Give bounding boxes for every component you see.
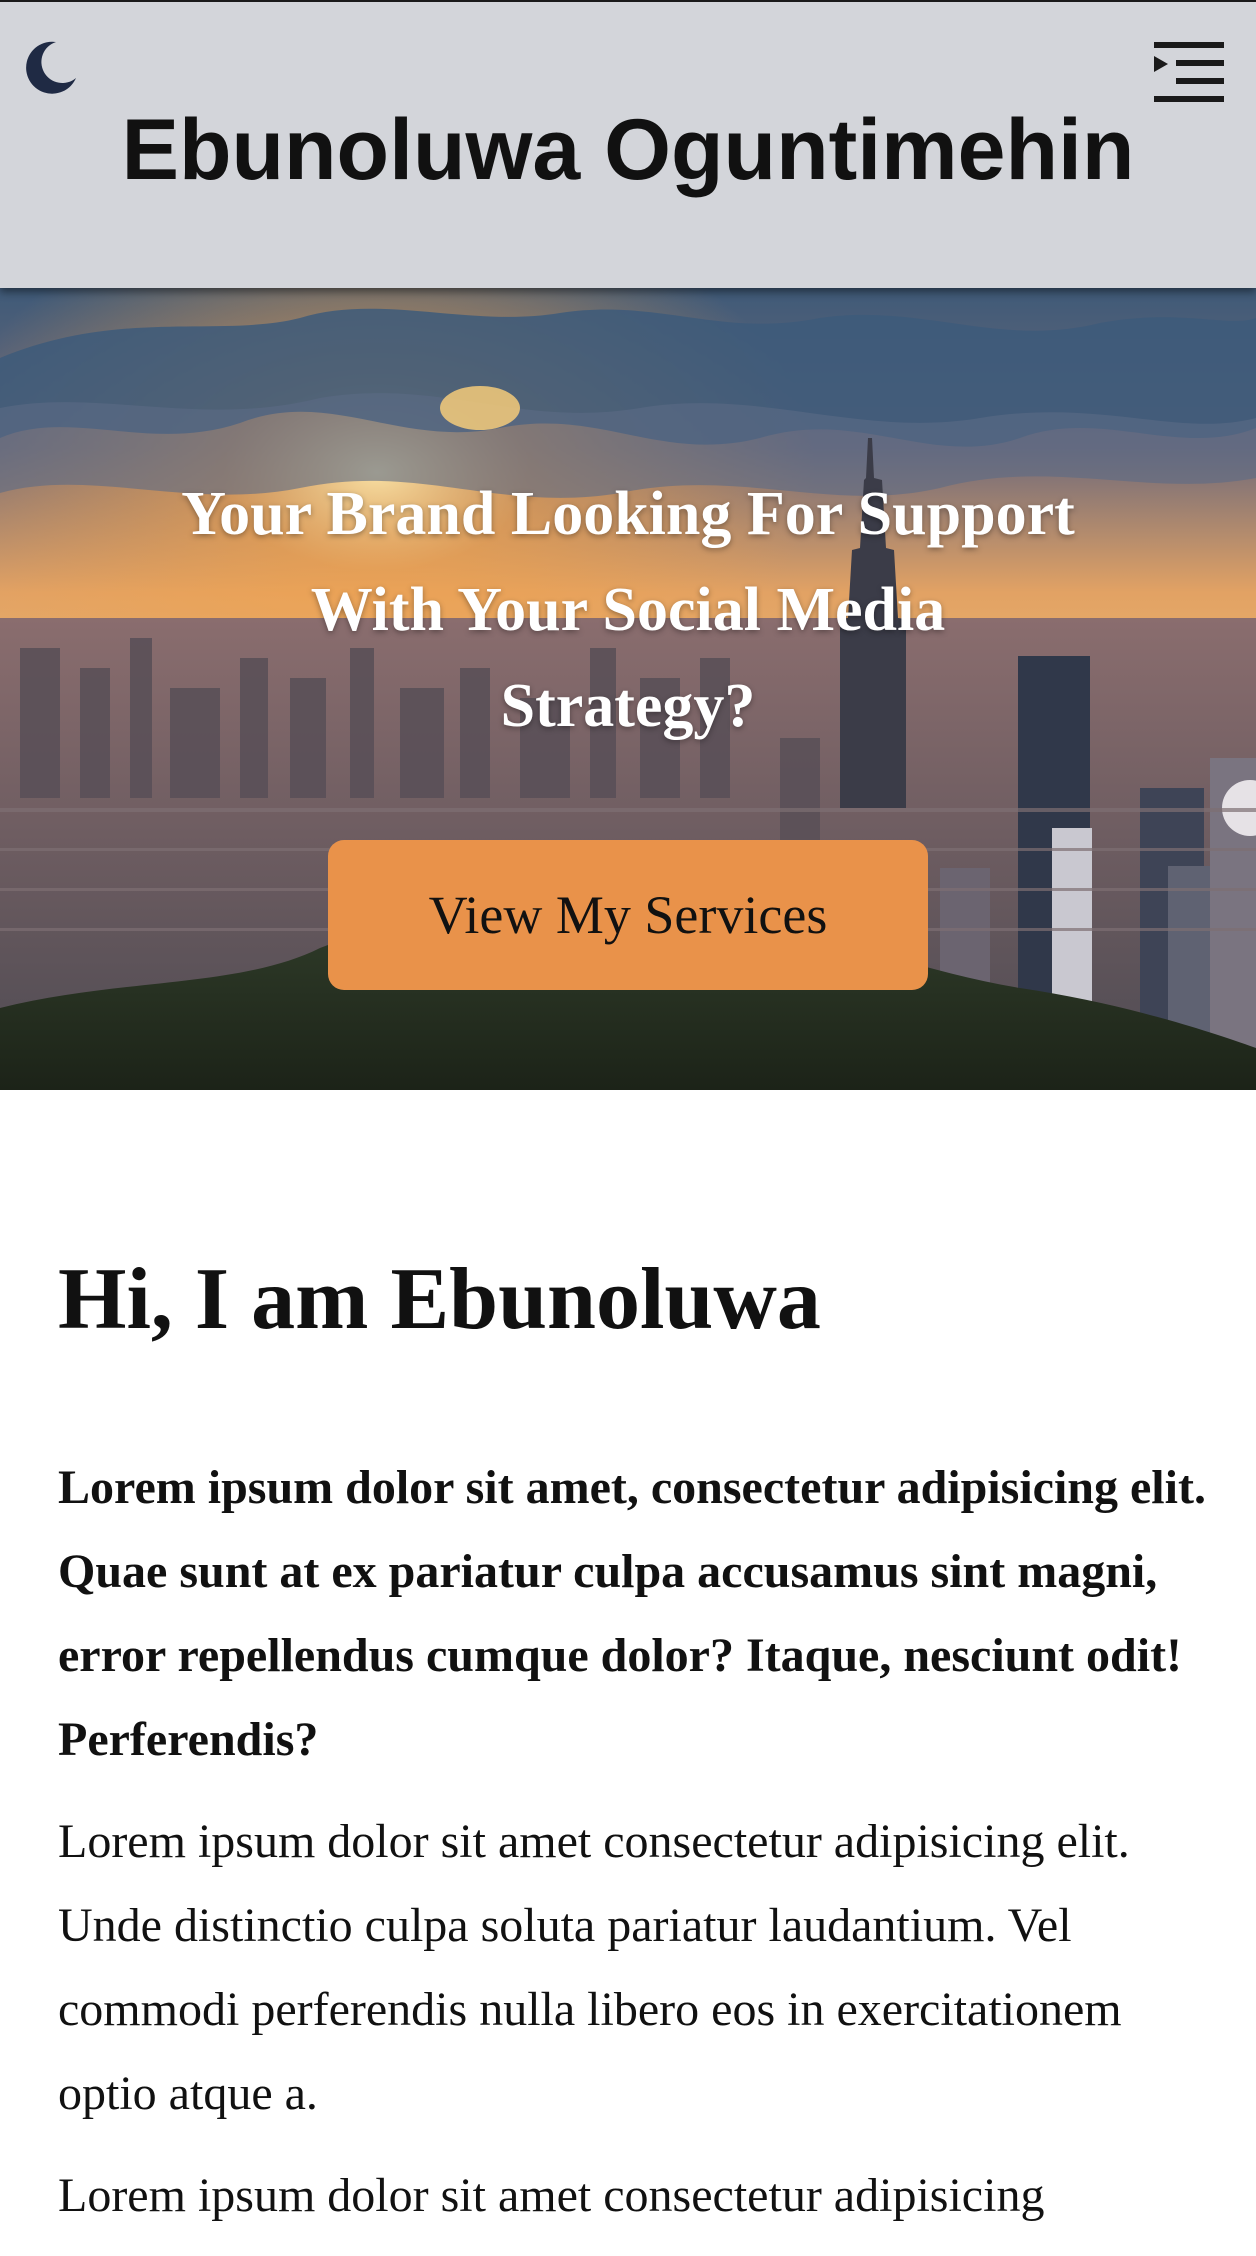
about-section: Hi, I am Ebunoluwa Lorem ipsum dolor sit… xyxy=(58,1230,1208,2256)
about-paragraph: Lorem ipsum dolor sit amet consectetur a… xyxy=(58,2169,1045,2222)
moon-icon[interactable] xyxy=(22,38,80,96)
view-services-button[interactable]: View My Services xyxy=(328,840,928,990)
hero-banner: Your Brand Looking For Support With Your… xyxy=(0,288,1256,1090)
about-lead: Lorem ipsum dolor sit amet, consectetur … xyxy=(58,1461,1206,1766)
about-heading: Hi, I am Ebunoluwa xyxy=(58,1251,821,1348)
site-header: Ebunoluwa Oguntimehin xyxy=(0,0,1256,288)
site-title: Ebunoluwa Oguntimehin xyxy=(121,102,1135,198)
about-paragraph: Lorem ipsum dolor sit amet consectetur a… xyxy=(58,1815,1130,2120)
hero-heading: Your Brand Looking For Support With Your… xyxy=(181,480,1075,740)
menu-indent-icon[interactable] xyxy=(1152,40,1226,106)
